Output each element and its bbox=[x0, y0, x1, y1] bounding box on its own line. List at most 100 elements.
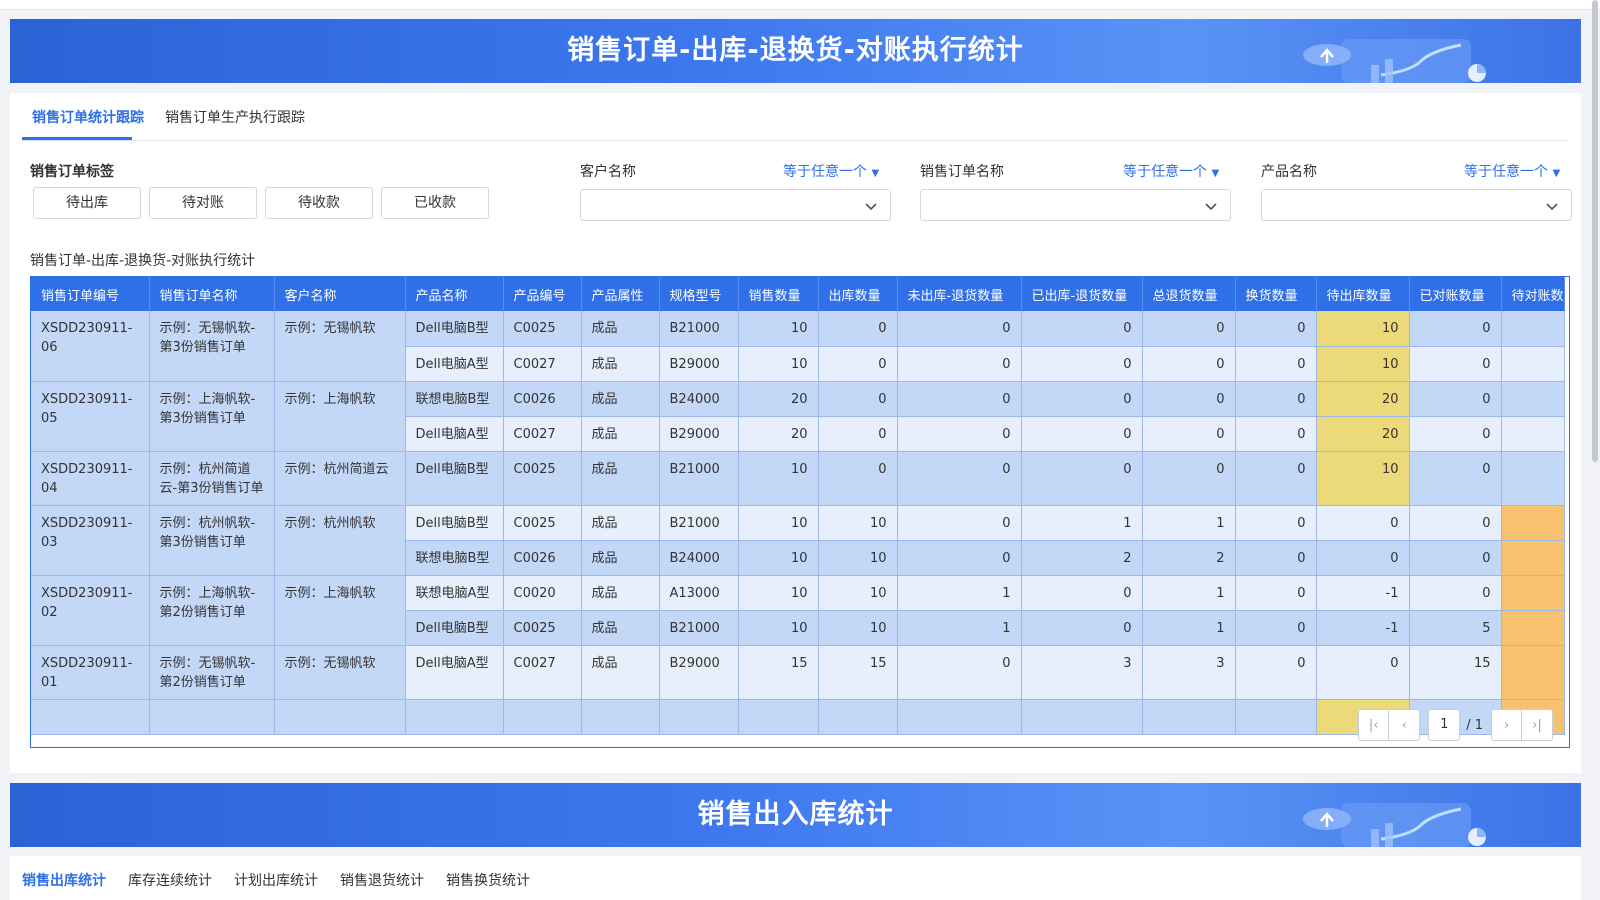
customer-filter-mode[interactable]: 等于任意一个 ▼ bbox=[783, 161, 879, 181]
column-header[interactable]: 客户名称 bbox=[274, 277, 406, 311]
cell-unout-ret: 0 bbox=[897, 416, 1022, 452]
cell-pending-rec bbox=[1501, 416, 1565, 452]
tag-pending-reconcile-button[interactable]: 待对账 bbox=[149, 187, 257, 219]
cell-spec: B29000 bbox=[659, 645, 739, 700]
cell-out: 15 bbox=[818, 645, 898, 700]
cell-attr: 成品 bbox=[581, 645, 660, 700]
cell-out-ret: 0 bbox=[1021, 381, 1143, 417]
customer-select[interactable] bbox=[580, 189, 891, 221]
tab-inventory-continuous-stats[interactable]: 库存连续统计 bbox=[128, 870, 212, 890]
table-row[interactable]: XSDD230911-02 示例：上海帆软-第2份销售订单 示例：上海帆软 联想电脑A… bbox=[31, 575, 1565, 646]
cell-order-name: 示例：上海帆软-第3份销售订单 bbox=[149, 381, 275, 452]
page-number-input[interactable]: 1 bbox=[1428, 709, 1461, 741]
cell-attr: 成品 bbox=[581, 610, 660, 646]
caret-down-icon: ▼ bbox=[1211, 168, 1220, 179]
page-scrollbar[interactable] bbox=[1590, 0, 1600, 900]
prev-page-button[interactable]: ‹ bbox=[1389, 709, 1421, 741]
tab-sales-order-tracking[interactable]: 销售订单统计跟踪 bbox=[32, 107, 144, 127]
column-header[interactable]: 已对账数量 bbox=[1409, 277, 1502, 311]
cell-out: 10 bbox=[818, 505, 898, 541]
order-name-select[interactable] bbox=[920, 189, 1231, 221]
cell-pending-out: 10 bbox=[1316, 346, 1410, 382]
column-header[interactable]: 产品编号 bbox=[503, 277, 582, 311]
cell-attr: 成品 bbox=[581, 416, 660, 452]
cell-empty bbox=[149, 699, 275, 735]
tag-pending-shipment-button[interactable]: 待出库 bbox=[33, 187, 141, 219]
cell-empty bbox=[897, 699, 1022, 735]
column-header[interactable]: 总退货数量 bbox=[1142, 277, 1236, 311]
cell-pending-out: 0 bbox=[1316, 540, 1410, 576]
cell-empty bbox=[659, 699, 739, 735]
column-header[interactable]: 待出库数量 bbox=[1316, 277, 1410, 311]
column-header[interactable]: 换货数量 bbox=[1235, 277, 1317, 311]
table-row[interactable]: XSDD230911-05 示例：上海帆软-第3份销售订单 示例：上海帆软 联想电脑B… bbox=[31, 381, 1565, 452]
cell-unout-ret: 0 bbox=[897, 346, 1022, 382]
cell-attr: 成品 bbox=[581, 311, 660, 347]
cell-order-no: XSDD230911-01 bbox=[31, 645, 150, 700]
cell-exchange: 0 bbox=[1235, 346, 1317, 382]
column-header[interactable]: 销售订单名称 bbox=[149, 277, 275, 311]
customer-filter-label: 客户名称 bbox=[580, 164, 636, 180]
column-header[interactable]: 已出库-退货数量 bbox=[1021, 277, 1143, 311]
cell-product: 联想电脑B型 bbox=[405, 540, 504, 576]
cell-sales: 10 bbox=[738, 346, 819, 382]
table-row-partial bbox=[31, 699, 1565, 735]
cell-empty bbox=[405, 699, 504, 735]
product-select[interactable] bbox=[1261, 189, 1572, 221]
column-header[interactable]: 销售数量 bbox=[738, 277, 819, 311]
table-row[interactable]: XSDD230911-03 示例：杭州帆软-第3份销售订单 示例：杭州帆软 Dell电… bbox=[31, 505, 1565, 576]
table-row[interactable]: XSDD230911-04 示例：杭州简道云-第3份销售订单 示例：杭州简道云 Del… bbox=[31, 451, 1565, 506]
product-filter-label: 产品名称 bbox=[1261, 164, 1317, 180]
tab-sales-return-stats[interactable]: 销售退货统计 bbox=[340, 870, 424, 890]
column-header[interactable]: 出库数量 bbox=[818, 277, 898, 311]
cell-sales: 10 bbox=[738, 610, 819, 646]
cell-empty bbox=[738, 699, 819, 735]
cell-exchange: 0 bbox=[1235, 381, 1317, 417]
cell-total-ret: 1 bbox=[1142, 505, 1236, 541]
first-page-button[interactable]: |‹ bbox=[1358, 709, 1390, 741]
cell-pending-rec bbox=[1501, 346, 1565, 382]
scrollbar-thumb[interactable] bbox=[1592, 0, 1598, 462]
cell-code: C0025 bbox=[503, 610, 582, 646]
tab-planned-outbound-stats[interactable]: 计划出库统计 bbox=[234, 870, 318, 890]
next-page-button[interactable]: › bbox=[1491, 709, 1522, 741]
tag-pending-payment-button[interactable]: 待收款 bbox=[265, 187, 373, 219]
cell-order-no: XSDD230911-05 bbox=[31, 381, 150, 452]
column-header[interactable]: 产品名称 bbox=[405, 277, 504, 311]
cell-attr: 成品 bbox=[581, 346, 660, 382]
table-row[interactable]: XSDD230911-06 示例：无锡帆软-第3份销售订单 示例：无锡帆软 Dell电… bbox=[31, 311, 1565, 382]
cell-code: C0020 bbox=[503, 575, 582, 611]
last-page-button[interactable]: ›| bbox=[1522, 709, 1553, 741]
column-header[interactable]: 待对账数量 bbox=[1501, 277, 1565, 311]
column-header[interactable]: 未出库-退货数量 bbox=[897, 277, 1022, 311]
column-header[interactable]: 产品属性 bbox=[581, 277, 660, 311]
order-name-filter-mode[interactable]: 等于任意一个 ▼ bbox=[1123, 161, 1219, 181]
cell-out: 0 bbox=[818, 381, 898, 417]
tab-production-tracking[interactable]: 销售订单生产执行跟踪 bbox=[165, 107, 305, 127]
cloud-chart-decoration-icon bbox=[1303, 39, 1486, 83]
cell-sales: 10 bbox=[738, 505, 819, 541]
order-name-filter-label: 销售订单名称 bbox=[920, 164, 1004, 180]
cell-spec: B21000 bbox=[659, 610, 739, 646]
table-header-row: 销售订单编号 销售订单名称 客户名称 产品名称 产品编号 产品属性 规格型号 销售数量 出库数量… bbox=[31, 277, 1565, 311]
tab-sales-exchange-stats[interactable]: 销售换货统计 bbox=[446, 870, 530, 890]
cell-sales: 10 bbox=[738, 451, 819, 506]
tag-paid-button[interactable]: 已收款 bbox=[381, 187, 489, 219]
cell-reconciled: 0 bbox=[1409, 346, 1502, 382]
cell-reconciled: 0 bbox=[1409, 505, 1502, 541]
cell-total-ret: 0 bbox=[1142, 346, 1236, 382]
cell-pending-rec bbox=[1501, 451, 1565, 506]
cell-reconciled: 0 bbox=[1409, 540, 1502, 576]
cell-attr: 成品 bbox=[581, 575, 660, 611]
tab-sales-outbound-stats[interactable]: 销售出库统计 bbox=[22, 870, 106, 890]
cell-pending-out: 0 bbox=[1316, 645, 1410, 700]
product-filter-mode[interactable]: 等于任意一个 ▼ bbox=[1464, 161, 1560, 181]
column-header[interactable]: 规格型号 bbox=[659, 277, 739, 311]
column-header[interactable]: 销售订单编号 bbox=[31, 277, 150, 311]
cell-attr: 成品 bbox=[581, 540, 660, 576]
cell-empty bbox=[1142, 699, 1236, 735]
table-row[interactable]: XSDD230911-01 示例：无锡帆软-第2份销售订单 示例：无锡帆软 Dell电… bbox=[31, 645, 1565, 700]
cell-out-ret: 0 bbox=[1021, 451, 1143, 506]
caret-down-icon: ▼ bbox=[1552, 168, 1561, 179]
table-title: 销售订单-出库-退换货-对账执行统计 bbox=[30, 253, 256, 269]
